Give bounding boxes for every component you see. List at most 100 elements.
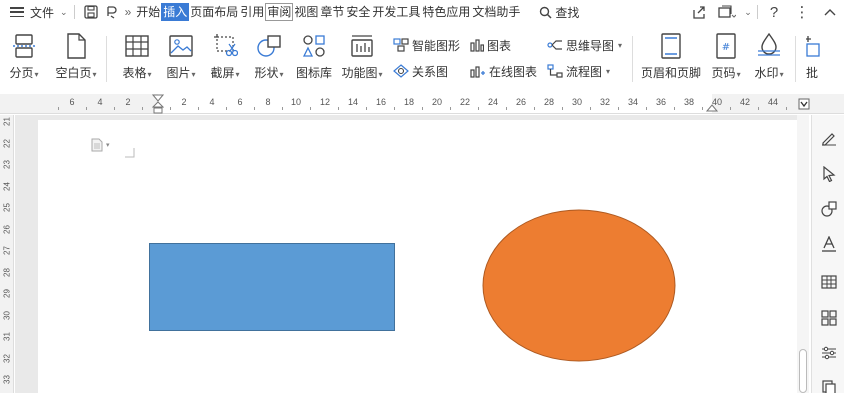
text-style-icon[interactable] xyxy=(820,235,838,253)
ruler-tick xyxy=(562,107,563,110)
smart-art-button[interactable]: 智能图形 xyxy=(393,36,460,54)
page-break-icon xyxy=(10,32,38,60)
tab-home[interactable]: 开始 xyxy=(135,3,161,21)
page-number-icon: # xyxy=(712,32,740,60)
ruler-label: 36 xyxy=(655,97,667,107)
scrollbar-thumb[interactable] xyxy=(799,349,807,393)
blank-page-icon xyxy=(62,32,90,60)
annotate-label: 批 xyxy=(806,66,819,80)
divider xyxy=(795,36,797,82)
tab-doc-assistant[interactable]: 文档助手 xyxy=(471,3,521,21)
tab-security[interactable]: 安全 xyxy=(345,3,371,21)
shape-button[interactable]: 形状▾ xyxy=(249,26,289,92)
help-icon[interactable]: ? xyxy=(760,4,788,21)
ruler-label: 21 xyxy=(2,117,12,126)
ruler-label: 8 xyxy=(265,97,271,107)
ruler-label: 27 xyxy=(2,246,12,255)
ruler-label: 6 xyxy=(237,97,243,107)
picture-button[interactable]: 图片▾ xyxy=(161,26,201,92)
document-page[interactable]: ▾ xyxy=(38,120,798,393)
ellipse-shape[interactable] xyxy=(482,209,676,362)
caret-icon: ▾ xyxy=(779,70,784,79)
sliders-icon[interactable] xyxy=(820,344,838,362)
ruler-tick xyxy=(674,107,675,110)
ruler-label: 32 xyxy=(2,353,12,363)
ruler-tick xyxy=(114,107,115,110)
hamburger-menu-icon[interactable] xyxy=(10,7,24,17)
function-chart-icon xyxy=(348,32,376,60)
indent-marker-icon[interactable] xyxy=(152,94,164,114)
ruler-label: 28 xyxy=(2,267,12,277)
ruler-label: 42 xyxy=(739,97,751,107)
ruler-label: 22 xyxy=(459,97,471,107)
horizontal-ruler[interactable]: 6 4 2 2 4 6 8 10 12 14 16 18 20 22 24 26 28 30 32 34 36 38 40 4… xyxy=(0,94,844,114)
right-task-pane xyxy=(811,115,844,393)
screenshot-button[interactable]: 截屏▾ xyxy=(205,26,245,92)
margin-corner-mark xyxy=(125,148,135,158)
tab-special[interactable]: 特色应用 xyxy=(421,3,471,21)
vertical-ruler[interactable]: 21 22 23 24 25 26 27 28 29 30 31 32 33 xyxy=(0,115,14,393)
header-footer-button[interactable]: 页眉和页脚 xyxy=(639,26,703,92)
relation-chart-button[interactable]: 关系图 xyxy=(393,62,460,80)
ruler-label: 16 xyxy=(375,97,387,107)
search-button[interactable]: 查找 xyxy=(539,4,579,21)
mind-map-button[interactable]: 思维导图 ▾ xyxy=(547,36,622,54)
ruler-label: 30 xyxy=(571,97,583,107)
more-options-icon[interactable]: ⋮ xyxy=(788,3,816,21)
grid-icon[interactable] xyxy=(820,309,838,327)
tab-review[interactable]: 审阅 xyxy=(265,3,294,21)
save-icon[interactable] xyxy=(81,2,101,22)
tab-insert[interactable]: 插入 xyxy=(161,3,190,21)
file-caret-icon[interactable]: ⌄ xyxy=(60,7,68,18)
ruler-label: 18 xyxy=(403,97,415,107)
more-chevron-icon[interactable]: » xyxy=(125,5,132,19)
ruler-toggle-icon[interactable] xyxy=(798,98,810,110)
online-chart-button[interactable]: 在线图表 xyxy=(470,62,537,80)
tab-section[interactable]: 章节 xyxy=(319,3,345,21)
flow-chart-button[interactable]: 流程图 ▾ xyxy=(547,62,622,80)
shapes-icon[interactable] xyxy=(820,200,838,218)
divider xyxy=(106,36,107,82)
page-number-label: 页码 xyxy=(711,66,736,80)
table-button[interactable]: 表格▾ xyxy=(117,26,157,92)
undo-icon[interactable] xyxy=(101,2,121,22)
page-break-label: 分页 xyxy=(9,66,34,80)
sync-icon[interactable] xyxy=(713,5,741,19)
watermark-button[interactable]: 水印▾ xyxy=(749,26,789,92)
tab-view[interactable]: 视图 xyxy=(293,3,319,21)
watermark-label: 水印 xyxy=(754,66,779,80)
collapse-ribbon-icon[interactable] xyxy=(816,8,844,16)
ruler-label: 26 xyxy=(2,224,12,234)
icon-library-button[interactable]: 图标库 xyxy=(293,26,335,92)
vertical-scrollbar[interactable] xyxy=(797,115,809,393)
table-icon[interactable] xyxy=(820,273,838,291)
table-icon xyxy=(123,32,151,60)
search-icon xyxy=(540,6,552,19)
function-chart-button[interactable]: 功能图▾ xyxy=(339,26,385,92)
more-caret-icon[interactable]: ⌄ xyxy=(741,7,755,18)
blank-page-label: 空白页 xyxy=(55,66,92,80)
right-indent-marker-icon[interactable] xyxy=(706,100,718,112)
chart-button[interactable]: 图表 xyxy=(470,36,537,54)
file-menu[interactable]: 文件 xyxy=(30,4,54,21)
page-break-button[interactable]: 分页▾ xyxy=(4,26,44,92)
select-cursor-icon[interactable] xyxy=(820,165,838,183)
rectangle-shape[interactable] xyxy=(149,243,395,331)
ruler-tick xyxy=(142,107,143,110)
pen-icon[interactable] xyxy=(820,129,838,147)
tab-developer[interactable]: 开发工具 xyxy=(371,3,421,21)
page-number-button[interactable]: # 页码▾ xyxy=(705,26,747,92)
ruler-tick xyxy=(198,107,199,110)
tab-page-layout[interactable]: 页面布局 xyxy=(189,3,239,21)
ruler-tick xyxy=(618,107,619,110)
ruler-tick xyxy=(758,107,759,110)
mind-map-label: 思维导图 xyxy=(566,38,615,53)
paste-options-button[interactable]: ▾ xyxy=(91,138,110,152)
tab-reference[interactable]: 引用 xyxy=(239,3,265,21)
blank-page-button[interactable]: 空白页▾ xyxy=(50,26,102,92)
ruler-tick xyxy=(506,107,507,110)
annotate-button[interactable]: 批 xyxy=(802,26,822,92)
annotate-icon xyxy=(804,32,820,60)
copy-icon[interactable] xyxy=(820,379,838,393)
share-icon[interactable] xyxy=(685,5,713,19)
